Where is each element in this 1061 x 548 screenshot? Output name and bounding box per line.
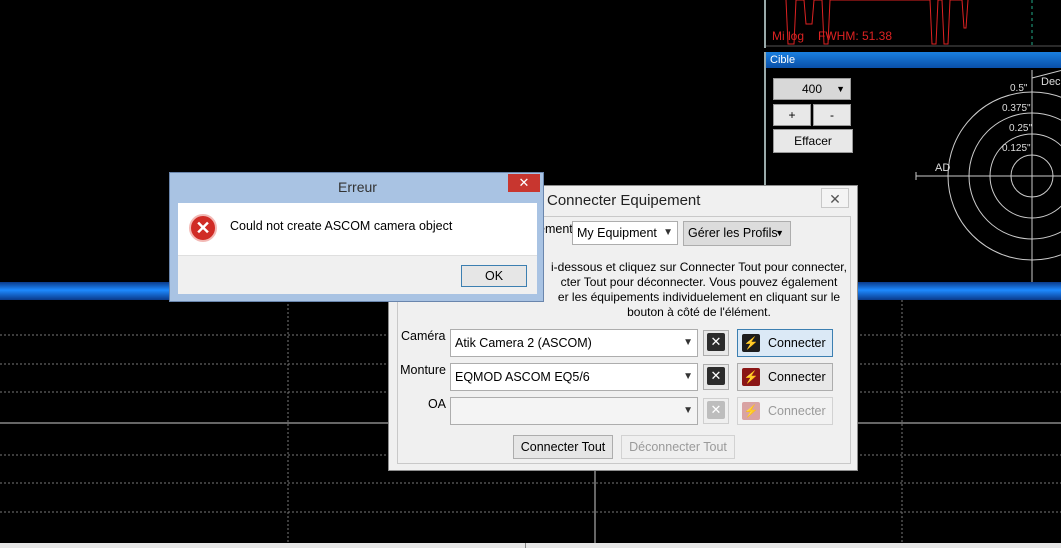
instructions-line: bouton à côté de l'élément. [627, 305, 771, 319]
zoom-minus-button[interactable]: - [813, 104, 851, 126]
instructions-text: i-dessous et cliquez sur Connecter Tout … [539, 260, 859, 320]
ao-setup-button[interactable]: ✕ [703, 398, 729, 424]
ring-label: 0.25" [1009, 123, 1033, 134]
chevron-down-icon: ▼ [683, 371, 693, 382]
fwhm-graph: Mi log FWHM: 51.38 [764, 0, 1061, 48]
camera-value: Atik Camera 2 (ASCOM) [455, 336, 592, 350]
profile-value: My Equipment [577, 226, 657, 240]
plug-icon: ⚡ [742, 402, 760, 420]
camera-connect-label: Connecter [768, 336, 826, 350]
mount-label: Monture [400, 363, 446, 377]
disconnect-all-button[interactable]: Déconnecter Tout [621, 435, 735, 459]
ad-axis-label: AD [935, 162, 951, 174]
tools-icon: ✕ [707, 401, 725, 419]
chevron-down-icon: ▼ [836, 84, 845, 94]
fwhm-graph-plot [766, 0, 1061, 47]
target-plot [915, 70, 1061, 284]
mount-connect-button[interactable]: ⚡ Connecter [737, 363, 833, 391]
camera-connect-button[interactable]: ⚡ Connecter [737, 329, 833, 357]
tools-icon: ✕ [707, 333, 725, 351]
close-icon[interactable]: ✕ [508, 174, 540, 192]
mount-value: EQMOD ASCOM EQ5/6 [455, 370, 590, 384]
dialog-title: Connecter Equipement [547, 192, 701, 209]
chevron-down-icon: ▼ [683, 337, 693, 348]
dec-axis-label: Dec [1041, 76, 1061, 88]
chevron-down-icon: ▼ [663, 227, 673, 238]
plug-icon: ⚡ [742, 368, 760, 386]
instructions-line: i-dessous et cliquez sur Connecter Tout … [551, 260, 847, 274]
instructions-line: cter Tout pour déconnecter. Vous pouvez … [560, 275, 838, 289]
error-dialog-title: Erreur [338, 179, 377, 195]
chevron-down-icon: ▼ [683, 405, 693, 416]
mount-connect-label: Connecter [768, 370, 826, 384]
zoom-select[interactable]: 400 ▼ [773, 78, 851, 100]
instructions-line: er les équipements individuelement en cl… [557, 290, 841, 304]
mount-select[interactable]: EQMOD ASCOM EQ5/6 ▼ [450, 363, 698, 391]
ring-label: 0.375" [1002, 103, 1031, 114]
tools-icon: ✕ [707, 367, 725, 385]
error-body: ✕ Could not create ASCOM camera object [178, 203, 537, 255]
error-dialog: Erreur ✕ ✕ Could not create ASCOM camera… [169, 172, 544, 302]
ok-button[interactable]: OK [461, 265, 527, 287]
ring-label: 0.125" [1002, 143, 1031, 154]
manage-profiles-label: Gérer les Profils [688, 226, 778, 240]
graph-log-label: Mi log [772, 29, 805, 43]
ao-label: OA [427, 397, 446, 411]
fwhm-readout: FWHM: 51.38 [818, 29, 893, 43]
mount-setup-button[interactable]: ✕ [703, 364, 729, 390]
connect-all-button[interactable]: Connecter Tout [513, 435, 613, 459]
ao-connect-button[interactable]: ⚡ Connecter [737, 397, 833, 425]
ring-label: 0.5" [1010, 83, 1028, 94]
error-message: Could not create ASCOM camera object [230, 219, 453, 233]
camera-label: Caméra [401, 329, 446, 343]
status-bar [0, 543, 1061, 548]
error-footer: OK [178, 255, 537, 294]
camera-setup-button[interactable]: ✕ [703, 330, 729, 356]
zoom-value: 400 [801, 82, 823, 96]
zoom-plus-button[interactable]: + [773, 104, 811, 126]
close-icon[interactable]: ✕ [821, 188, 849, 208]
error-icon: ✕ [189, 214, 217, 242]
plug-icon: ⚡ [742, 334, 760, 352]
clear-button[interactable]: Effacer [773, 129, 853, 153]
profile-select[interactable]: My Equipment ▼ [572, 221, 678, 245]
chevron-down-icon: ▼ [775, 228, 784, 238]
ao-select[interactable]: ▼ [450, 397, 698, 425]
manage-profiles-button[interactable]: Gérer les Profils ▼ [683, 221, 791, 246]
cible-panel-title: Cible [766, 52, 1061, 68]
ao-connect-label: Connecter [768, 404, 826, 418]
camera-select[interactable]: Atik Camera 2 (ASCOM) ▼ [450, 329, 698, 357]
